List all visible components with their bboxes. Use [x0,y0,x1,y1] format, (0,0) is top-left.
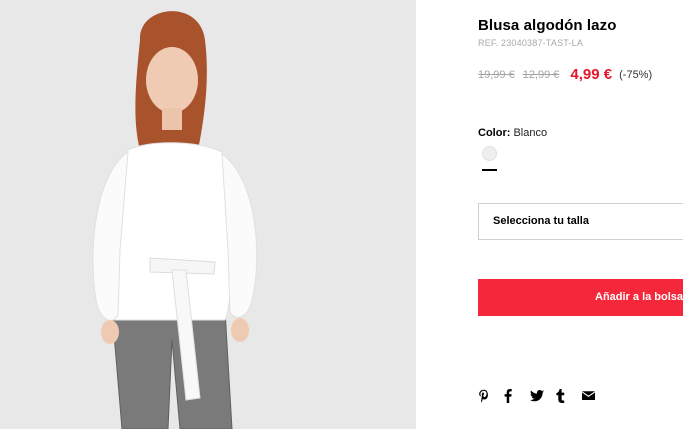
product-image[interactable] [0,0,416,429]
color-label-title: Color: [478,127,511,139]
current-price: 4,99 € [570,66,613,84]
discount-badge: (-75%) [619,68,653,81]
add-to-bag-button[interactable]: Añadir a la bolsa [478,279,683,316]
color-label: Color: Blanco [478,127,547,139]
color-value: Blanco [513,127,548,139]
previous-price: 12,99 € [522,68,560,81]
color-swatch-blanco[interactable] [482,146,497,161]
facebook-icon[interactable] [504,388,530,404]
product-info-panel: Blusa algodón lazo REF. 23040387-TAST-LA… [478,0,683,429]
price-block: 19,99 € 12,99 € 4,99 € (-75%) [478,66,652,84]
product-reference: REF. 23040387-TAST-LA [478,38,584,48]
pinterest-icon[interactable] [478,388,504,404]
original-price: 19,99 € [478,68,515,81]
email-icon[interactable] [582,388,608,404]
size-select[interactable]: Selecciona tu talla [478,203,683,240]
tumblr-icon[interactable] [556,388,582,404]
share-icons [478,388,608,404]
twitter-icon[interactable] [530,388,556,404]
product-title: Blusa algodón lazo [478,17,617,34]
selected-swatch-indicator [482,169,497,171]
